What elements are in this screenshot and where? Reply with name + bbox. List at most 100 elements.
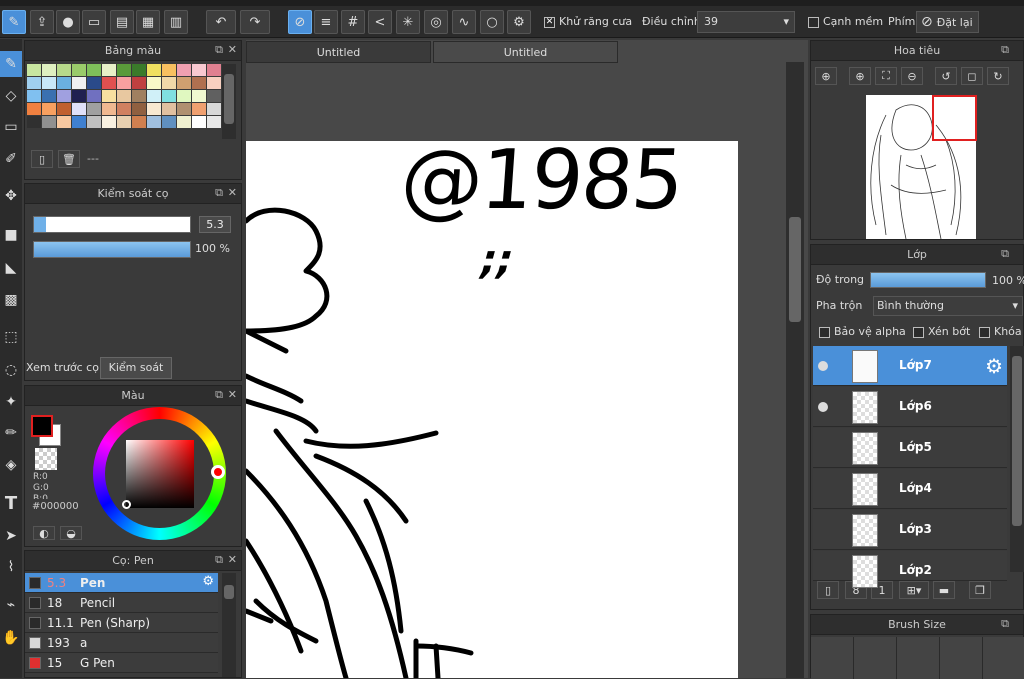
- zoom-in-icon[interactable]: ⊕: [815, 67, 837, 85]
- zoom-out-icon[interactable]: ⊖: [901, 67, 923, 85]
- expand-icon[interactable]: ⧉: [1001, 617, 1009, 631]
- layers-scrollbar[interactable]: [1010, 346, 1024, 572]
- palette-swatch[interactable]: [72, 103, 86, 115]
- palette-swatch[interactable]: [27, 64, 41, 76]
- close-icon[interactable]: ✕: [228, 43, 237, 56]
- layer-opacity-slider[interactable]: [870, 272, 986, 288]
- palette-swatch[interactable]: [72, 64, 86, 76]
- snap-settings-icon[interactable]: ⚙: [507, 10, 531, 34]
- pen-tool-icon[interactable]: ✎: [0, 51, 22, 77]
- tab-brush-control[interactable]: Kiểm soát cọ: [100, 357, 172, 394]
- brush-list-item[interactable]: 11.1 Pen (Sharp): [25, 613, 218, 633]
- expand-icon[interactable]: ⧉: [215, 388, 223, 402]
- palette-swatch[interactable]: [192, 77, 206, 89]
- navigator-preview[interactable]: [866, 95, 977, 240]
- palette-swatch[interactable]: [192, 64, 206, 76]
- gear-icon[interactable]: ⚙: [985, 354, 1003, 378]
- palette-swatch[interactable]: [132, 116, 146, 128]
- perspective-snap-icon[interactable]: <: [368, 10, 392, 34]
- palette-swatch[interactable]: [117, 77, 131, 89]
- palette-swatch[interactable]: [72, 116, 86, 128]
- palette-swatch[interactable]: [207, 77, 221, 89]
- text-tool-icon[interactable]: T: [0, 490, 22, 516]
- magic-wand-tool-icon[interactable]: ✦: [0, 389, 22, 415]
- actual-size-icon[interactable]: ◻: [961, 67, 983, 85]
- fill-rect-tool-icon[interactable]: ■: [0, 222, 22, 248]
- fit-screen-icon[interactable]: ⛶: [875, 67, 897, 85]
- chart-icon[interactable]: ▥: [164, 10, 188, 34]
- brush-size-presets[interactable]: [811, 637, 1024, 679]
- palette-swatch[interactable]: [117, 90, 131, 102]
- rotate-left-icon[interactable]: ↺: [935, 67, 957, 85]
- move-tool-icon[interactable]: ✥: [0, 183, 22, 209]
- saturation-square[interactable]: [126, 440, 194, 508]
- palette-swatch[interactable]: [87, 77, 101, 89]
- transparent-color-swatch[interactable]: [35, 448, 57, 470]
- palette-swatch[interactable]: [132, 90, 146, 102]
- select-pen-tool-icon[interactable]: ✏: [0, 420, 22, 446]
- hue-wheel[interactable]: [93, 407, 226, 540]
- reset-button[interactable]: ⊘ Đặt lại: [916, 11, 979, 33]
- tab-brush-preview[interactable]: Xem trước cọ: [26, 357, 99, 379]
- palette-swatch[interactable]: [162, 103, 176, 115]
- add-layer-menu-icon[interactable]: ⊞▾: [899, 581, 929, 599]
- layer-item[interactable]: Lớp4: [813, 469, 1007, 509]
- palette-swatch[interactable]: [162, 77, 176, 89]
- palette-swatch[interactable]: [102, 77, 116, 89]
- layer-item[interactable]: Lớp6: [813, 387, 1007, 427]
- palette-icon[interactable]: ◐: [33, 526, 55, 540]
- palette-swatch[interactable]: [27, 116, 41, 128]
- brush-list-item[interactable]: 5.3 Pen ⚙: [25, 573, 218, 593]
- brush-list-item[interactable]: 15 G Pen: [25, 653, 218, 673]
- speech-bubble-icon[interactable]: ●: [56, 10, 80, 34]
- palette-swatch[interactable]: [117, 64, 131, 76]
- palette-swatch[interactable]: [27, 103, 41, 115]
- no-snap-icon[interactable]: ⊘: [288, 10, 312, 34]
- document-tab[interactable]: Untitled: [246, 41, 431, 63]
- ellipse-snap-icon[interactable]: ○: [480, 10, 504, 34]
- palette-swatch[interactable]: [42, 90, 56, 102]
- clipping-checkbox[interactable]: Xén bớt: [913, 325, 970, 338]
- new-palette-icon[interactable]: ▯: [31, 150, 53, 168]
- palette-swatch[interactable]: [132, 103, 146, 115]
- palette-swatch[interactable]: [147, 77, 161, 89]
- palette-swatch[interactable]: [102, 103, 116, 115]
- visibility-icon[interactable]: [818, 361, 828, 371]
- palette-swatch[interactable]: [87, 103, 101, 115]
- close-icon[interactable]: ✕: [228, 388, 237, 401]
- expand-icon[interactable]: ⧉: [215, 43, 223, 57]
- undo-icon[interactable]: ↶: [206, 10, 236, 34]
- palette-swatch[interactable]: [192, 90, 206, 102]
- layer-item[interactable]: Lớp7 ⚙: [813, 346, 1007, 386]
- brush-tool-icon[interactable]: ✎: [2, 10, 26, 34]
- layer-item[interactable]: Lớp3: [813, 510, 1007, 550]
- parallel-snap-icon[interactable]: ≡: [314, 10, 338, 34]
- palette-swatch[interactable]: [42, 103, 56, 115]
- bucket-tool-icon[interactable]: ◣: [0, 255, 22, 281]
- radial-snap-icon[interactable]: ✳: [396, 10, 420, 34]
- expand-icon[interactable]: ⧉: [215, 186, 223, 200]
- palette-swatch[interactable]: [42, 64, 56, 76]
- trash-icon[interactable]: 🗑: [58, 150, 80, 168]
- palette-swatch[interactable]: [147, 90, 161, 102]
- drawing-canvas[interactable]: @1985 ;;: [246, 133, 738, 678]
- palette-swatch[interactable]: [207, 116, 221, 128]
- eyedropper-alt-tool-icon[interactable]: ⌁: [0, 592, 22, 618]
- antialias-checkbox[interactable]: ✕ Khử răng cưa: [544, 15, 632, 28]
- palette-swatch[interactable]: [132, 77, 146, 89]
- eraser-tool-icon[interactable]: ◇: [0, 83, 22, 109]
- palette-swatch[interactable]: [102, 90, 116, 102]
- palette-swatch[interactable]: [72, 77, 86, 89]
- brush-size-value[interactable]: 5.3: [199, 216, 231, 233]
- grid-layout-icon[interactable]: ▦: [136, 10, 160, 34]
- canvas-vertical-scrollbar[interactable]: [786, 62, 804, 678]
- blend-mode-select[interactable]: Bình thường ▾: [873, 296, 1023, 316]
- expand-icon[interactable]: ⧉: [1001, 247, 1009, 261]
- brush-list-item[interactable]: 18 Pencil: [25, 593, 218, 613]
- palette-swatch[interactable]: [177, 77, 191, 89]
- close-icon[interactable]: ✕: [228, 553, 237, 566]
- expand-icon[interactable]: ⧉: [1001, 43, 1009, 57]
- duplicate-layer-icon[interactable]: ❐: [969, 581, 991, 599]
- palette-swatch[interactable]: [162, 90, 176, 102]
- palette-swatch[interactable]: [117, 116, 131, 128]
